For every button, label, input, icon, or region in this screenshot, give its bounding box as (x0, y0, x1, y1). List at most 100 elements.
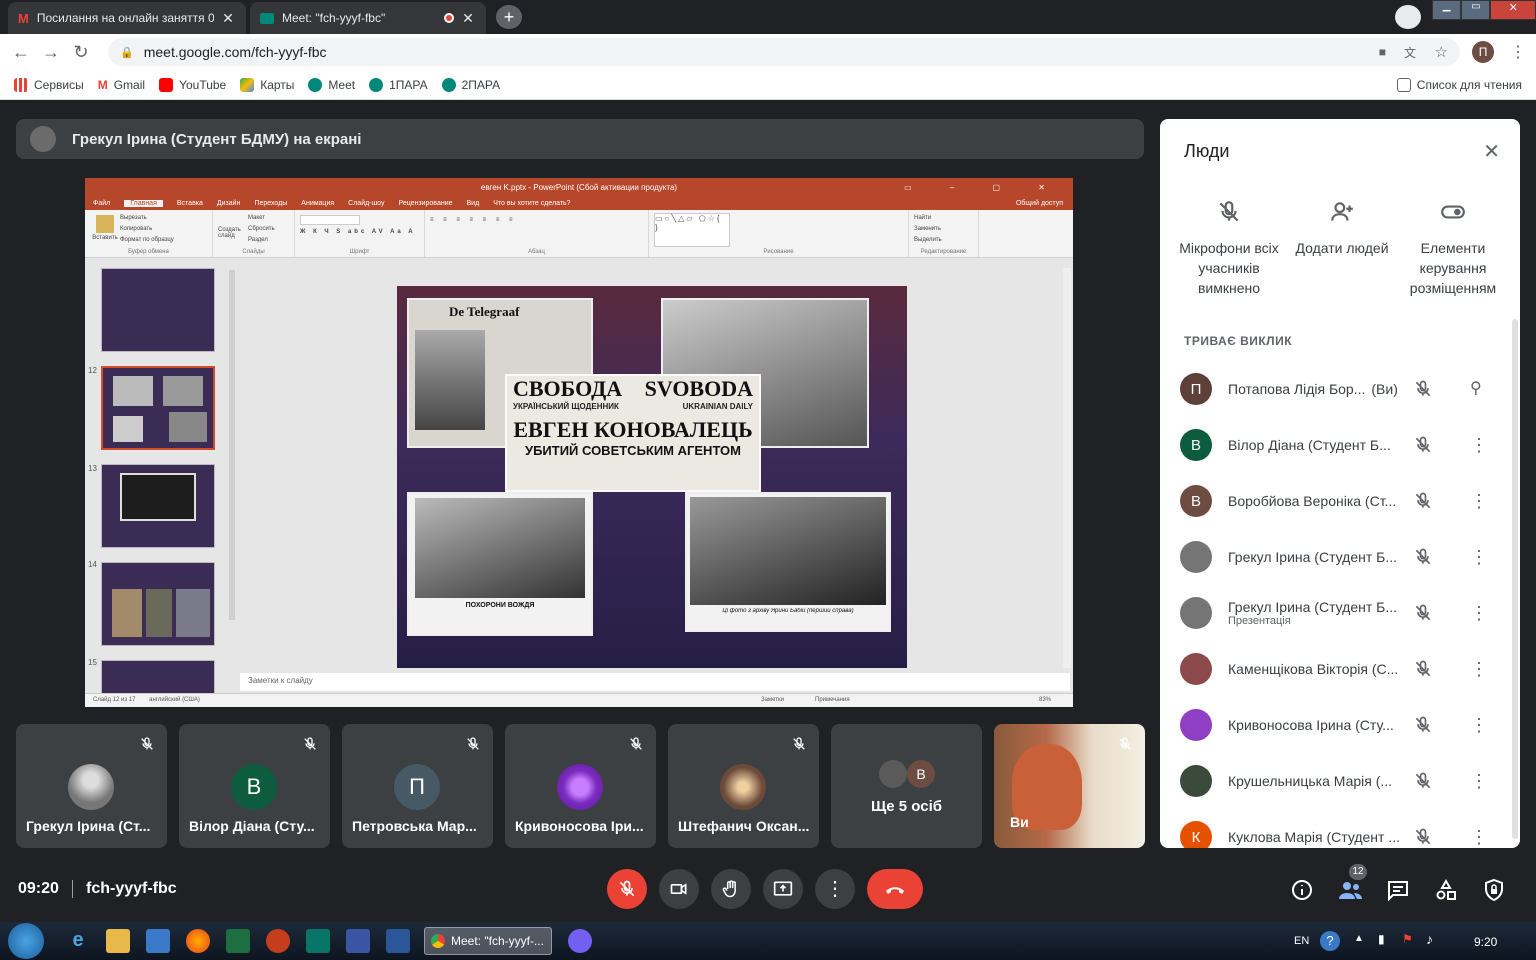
taskbar-chrome-window[interactable]: Meet: "fch-yyyf-... (424, 927, 552, 955)
replace-button[interactable]: Заменить (914, 224, 973, 235)
pin-icon[interactable]: ⚲ (1470, 381, 1482, 397)
slide-thumbnail-selected[interactable] (101, 366, 215, 450)
ie-icon[interactable]: e (66, 929, 90, 953)
more-vert-icon[interactable]: ⋮ (1470, 660, 1488, 678)
copy-button[interactable]: Копировать (120, 224, 174, 235)
ppt-menu-item[interactable]: Переходы (254, 200, 287, 207)
ppt-menu-item[interactable]: Анимация (301, 200, 334, 207)
reading-list[interactable]: Список для чтения (1396, 77, 1522, 92)
reload-button[interactable]: ↻ (66, 42, 96, 63)
zoom-level[interactable]: 83% (1039, 697, 1051, 703)
help-tray-icon[interactable]: ? (1320, 931, 1340, 951)
ppt-menu-item[interactable]: Слайд-шоу (348, 200, 384, 207)
start-button[interactable] (8, 923, 44, 959)
browser-menu-icon[interactable]: ⋮ (1510, 42, 1526, 62)
thumbs-scrollbar[interactable] (229, 270, 235, 620)
bookmark-2para[interactable]: 2ПАРА (441, 77, 500, 92)
more-participants-tile[interactable]: В Ще 5 осіб (831, 724, 982, 848)
bookmark-1para[interactable]: 1ПАРА (369, 77, 428, 92)
publisher-icon[interactable] (306, 929, 330, 953)
taskbar-clock[interactable]: 9:20 (1474, 935, 1497, 949)
participant-tile[interactable]: Грекул Ірина (Ст... (16, 724, 167, 848)
participant-tile[interactable]: П Петровська Мар... (342, 724, 493, 848)
slide-thumbnail[interactable] (101, 660, 215, 696)
volume-tray-icon[interactable]: ♪ (1426, 931, 1433, 947)
maximize-button[interactable]: ▭ (1461, 0, 1491, 20)
more-vert-icon[interactable]: ⋮ (1470, 492, 1488, 510)
word-icon[interactable] (386, 929, 410, 953)
slide-thumbnail[interactable] (101, 268, 215, 352)
ppt-menu-item[interactable]: Главная (124, 199, 163, 207)
slide-scrollbar[interactable] (1063, 268, 1071, 668)
participant-row[interactable]: Грекул Ірина (Студент Б... Презентація ⋮ (1180, 585, 1510, 641)
self-video-tile[interactable]: Ви (994, 724, 1145, 848)
raise-hand-button[interactable] (711, 869, 751, 909)
participant-row[interactable]: Крушельницька Марія (... ⋮ (1180, 753, 1510, 809)
layout-button[interactable]: Макет (248, 213, 275, 224)
close-tab-icon[interactable]: ✕ (220, 10, 236, 27)
bookmark-star-icon[interactable]: ☆ (1435, 43, 1448, 61)
add-people-action[interactable]: Додати людей (1287, 199, 1397, 258)
section-button[interactable]: Раздел (248, 235, 275, 246)
mic-off-icon[interactable] (1413, 771, 1433, 791)
more-vert-icon[interactable]: ⋮ (1470, 828, 1488, 846)
more-vert-icon[interactable]: ⋮ (1470, 436, 1488, 454)
powerpoint-icon[interactable] (266, 929, 290, 953)
ppt-menu-item[interactable]: Что вы хотите сделать? (493, 200, 570, 207)
bookmark-youtube[interactable]: YouTube (159, 77, 226, 92)
meeting-details-button[interactable] (1290, 878, 1314, 902)
camera-toggle-button[interactable] (659, 869, 699, 909)
select-button[interactable]: Выделить (914, 235, 973, 246)
participant-row[interactable]: В Воробйова Вероніка (Ст... ⋮ (1180, 473, 1510, 529)
ppt-menu-item[interactable]: Рецензирование (398, 200, 452, 207)
more-vert-icon[interactable]: ⋮ (1470, 716, 1488, 734)
more-vert-icon[interactable]: ⋮ (1470, 772, 1488, 790)
close-panel-button[interactable]: ✕ (1483, 139, 1500, 164)
participant-tile[interactable]: Кривоносова Іри... (505, 724, 656, 848)
mic-off-icon[interactable] (1413, 715, 1433, 735)
excel-icon[interactable] (226, 929, 250, 953)
translate-icon[interactable]: 文 (1404, 44, 1416, 61)
more-vert-icon[interactable]: ⋮ (1470, 548, 1488, 566)
more-options-button[interactable]: ⋮ (815, 869, 855, 909)
more-vert-icon[interactable]: ⋮ (1470, 604, 1488, 622)
slide-notes[interactable]: Заметки к слайду (240, 673, 1070, 691)
new-slide-button[interactable]: Создать слайд (218, 213, 248, 246)
reset-button[interactable]: Сбросить (248, 224, 275, 235)
network-tray-icon[interactable]: ▮ (1378, 932, 1385, 946)
ppt-menu-item[interactable]: Файл (93, 200, 110, 207)
participant-row[interactable]: Грекул Ірина (Студент Б... ⋮ (1180, 529, 1510, 585)
firefox-icon[interactable] (186, 929, 210, 953)
participant-row[interactable]: В Вілор Діана (Студент Б... ⋮ (1180, 417, 1510, 473)
participant-row[interactable]: Кривоносова Ірина (Сту... ⋮ (1180, 697, 1510, 753)
volume-off-icon[interactable] (1413, 603, 1433, 623)
profile-avatar[interactable]: П (1472, 41, 1494, 63)
people-button[interactable]: 12 (1338, 864, 1367, 902)
mic-toggle-button[interactable] (607, 869, 647, 909)
chat-button[interactable] (1386, 878, 1410, 902)
mic-off-icon[interactable] (1413, 547, 1433, 567)
viber-icon[interactable] (568, 929, 592, 953)
close-tab-icon[interactable]: ✕ (460, 10, 476, 27)
panel-scrollbar[interactable] (1512, 319, 1518, 839)
bookmark-maps[interactable]: Карты (240, 77, 294, 92)
participant-row[interactable]: П Потапова Лідія Бор... (Ви) ⚲ (1180, 361, 1510, 417)
tray-expand-icon[interactable]: ▲ (1354, 933, 1364, 944)
leave-call-button[interactable] (867, 869, 923, 909)
tab-meet[interactable]: Meet: "fch-yyyf-fbc" ✕ (250, 2, 486, 34)
mic-off-icon[interactable] (1413, 435, 1433, 455)
tab-search-icon[interactable] (1395, 5, 1421, 29)
media-player-icon[interactable] (146, 929, 170, 953)
host-controls-action[interactable]: Елементи керування розміщенням (1398, 199, 1508, 298)
notes-toggle[interactable]: Заметки (761, 697, 784, 703)
participant-row[interactable]: К Куклова Марія (Студент ... ⋮ (1180, 809, 1510, 848)
ppt-menu-item[interactable]: Вид (467, 200, 480, 207)
mic-off-icon[interactable] (1413, 491, 1433, 511)
ppt-share[interactable]: Общий доступ (1016, 200, 1063, 207)
bookmark-apps[interactable]: Сервисы (14, 77, 84, 92)
close-window-button[interactable]: ✕ (1490, 0, 1536, 20)
explorer-icon[interactable] (106, 929, 130, 953)
new-tab-button[interactable]: + (496, 5, 522, 29)
flag-tray-icon[interactable]: ⚑ (1402, 932, 1413, 946)
slide-thumbnail[interactable] (101, 464, 215, 548)
